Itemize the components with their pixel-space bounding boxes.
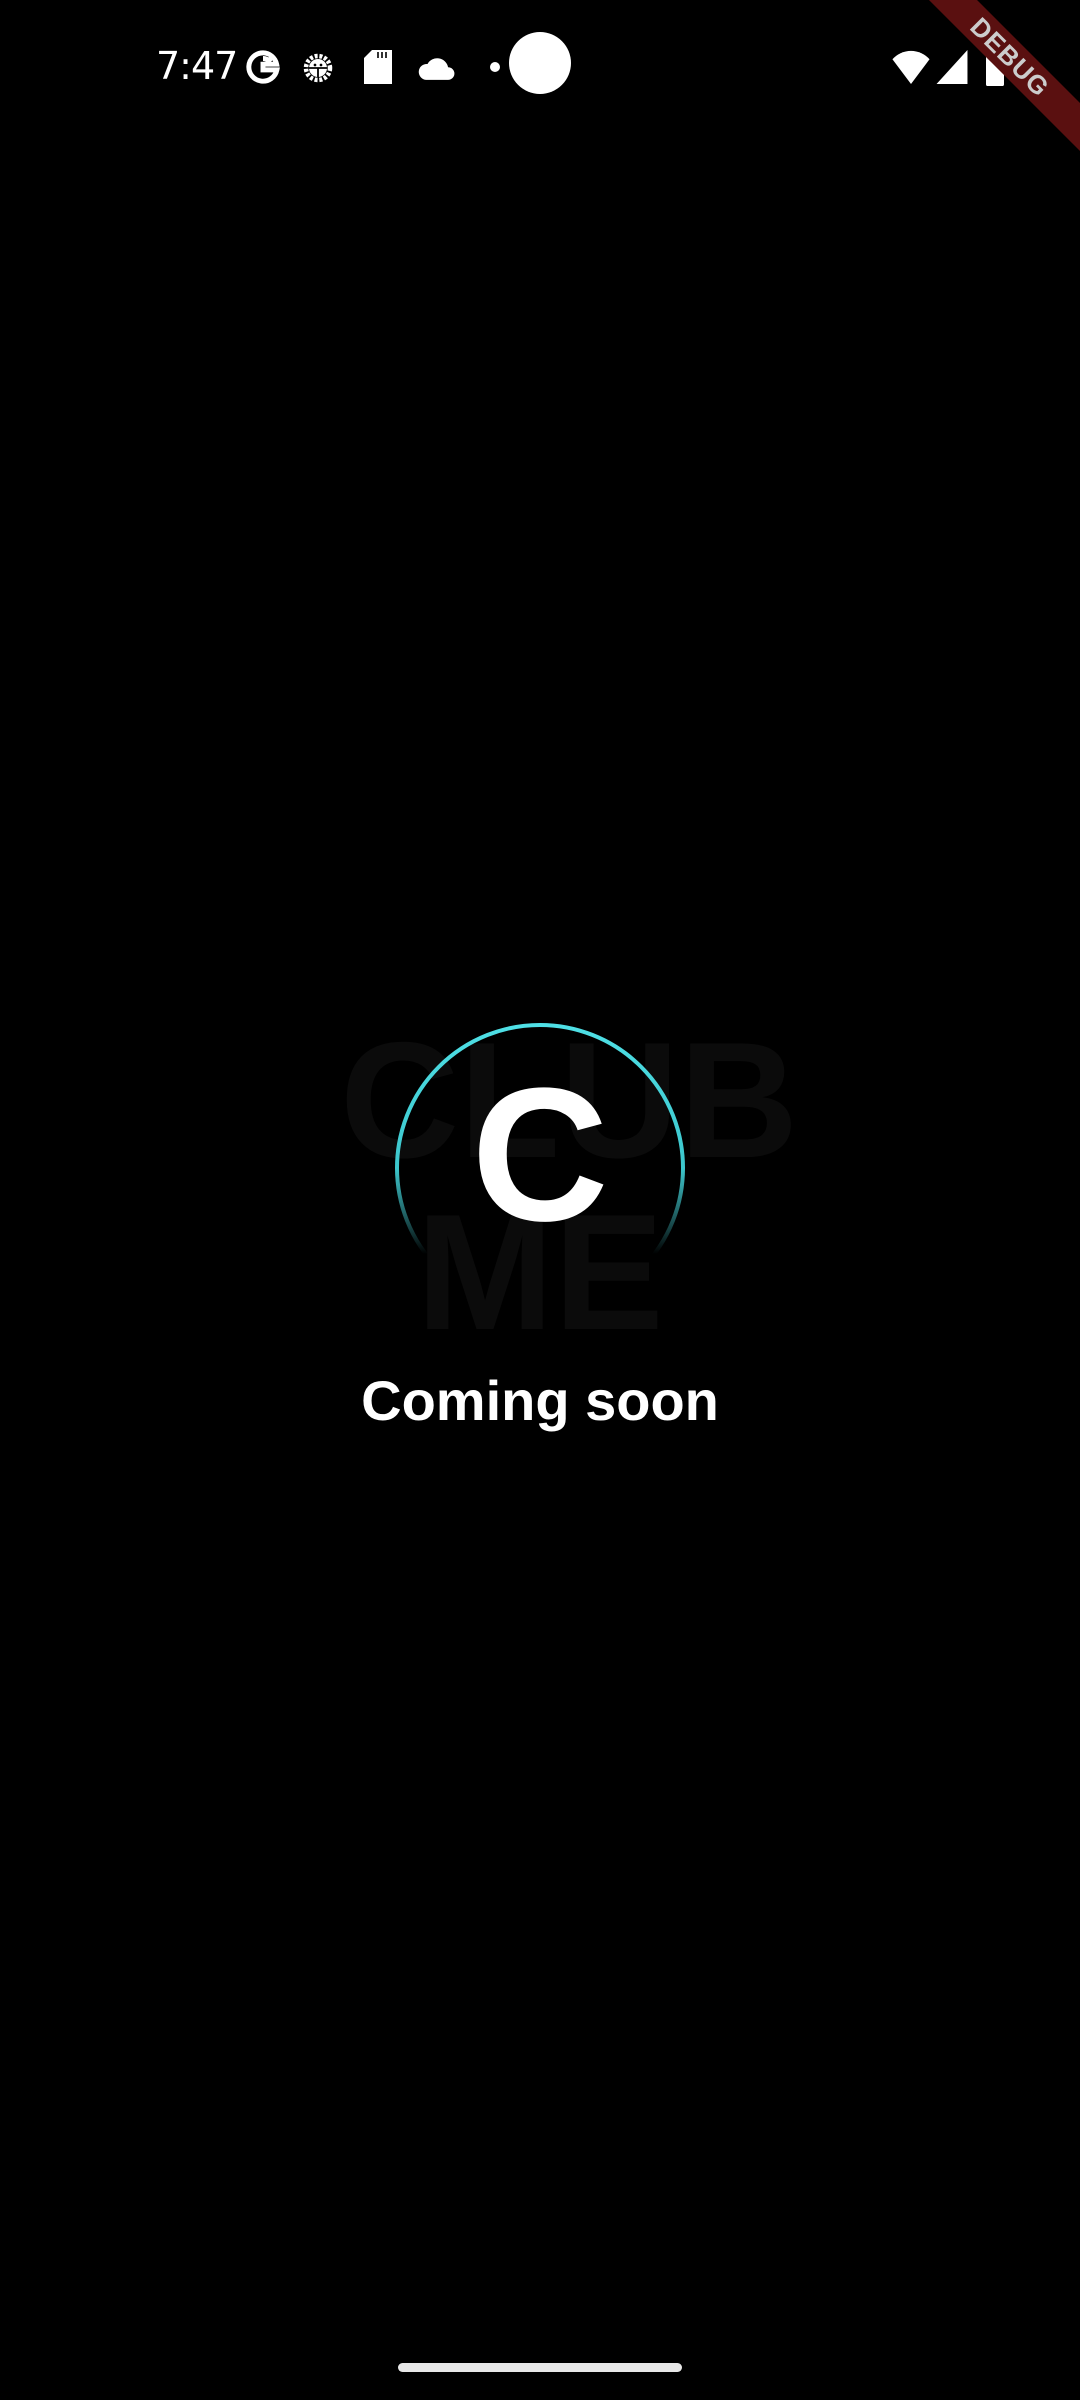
notification-dot <box>490 62 500 72</box>
android-debug-icon <box>303 53 333 83</box>
sd-card-icon <box>364 50 392 84</box>
cloud-icon <box>418 58 455 80</box>
coming-soon-message: Coming soon <box>361 1369 719 1432</box>
logo-letter: C <box>471 1049 609 1261</box>
debug-banner: DEBUG <box>880 0 1080 200</box>
camera-cutout <box>509 32 571 94</box>
status-time: 7:47 <box>156 44 238 88</box>
google-icon <box>246 50 280 84</box>
home-indicator[interactable] <box>398 2363 682 2372</box>
app-logo: CLUB ME C <box>340 1000 798 1355</box>
